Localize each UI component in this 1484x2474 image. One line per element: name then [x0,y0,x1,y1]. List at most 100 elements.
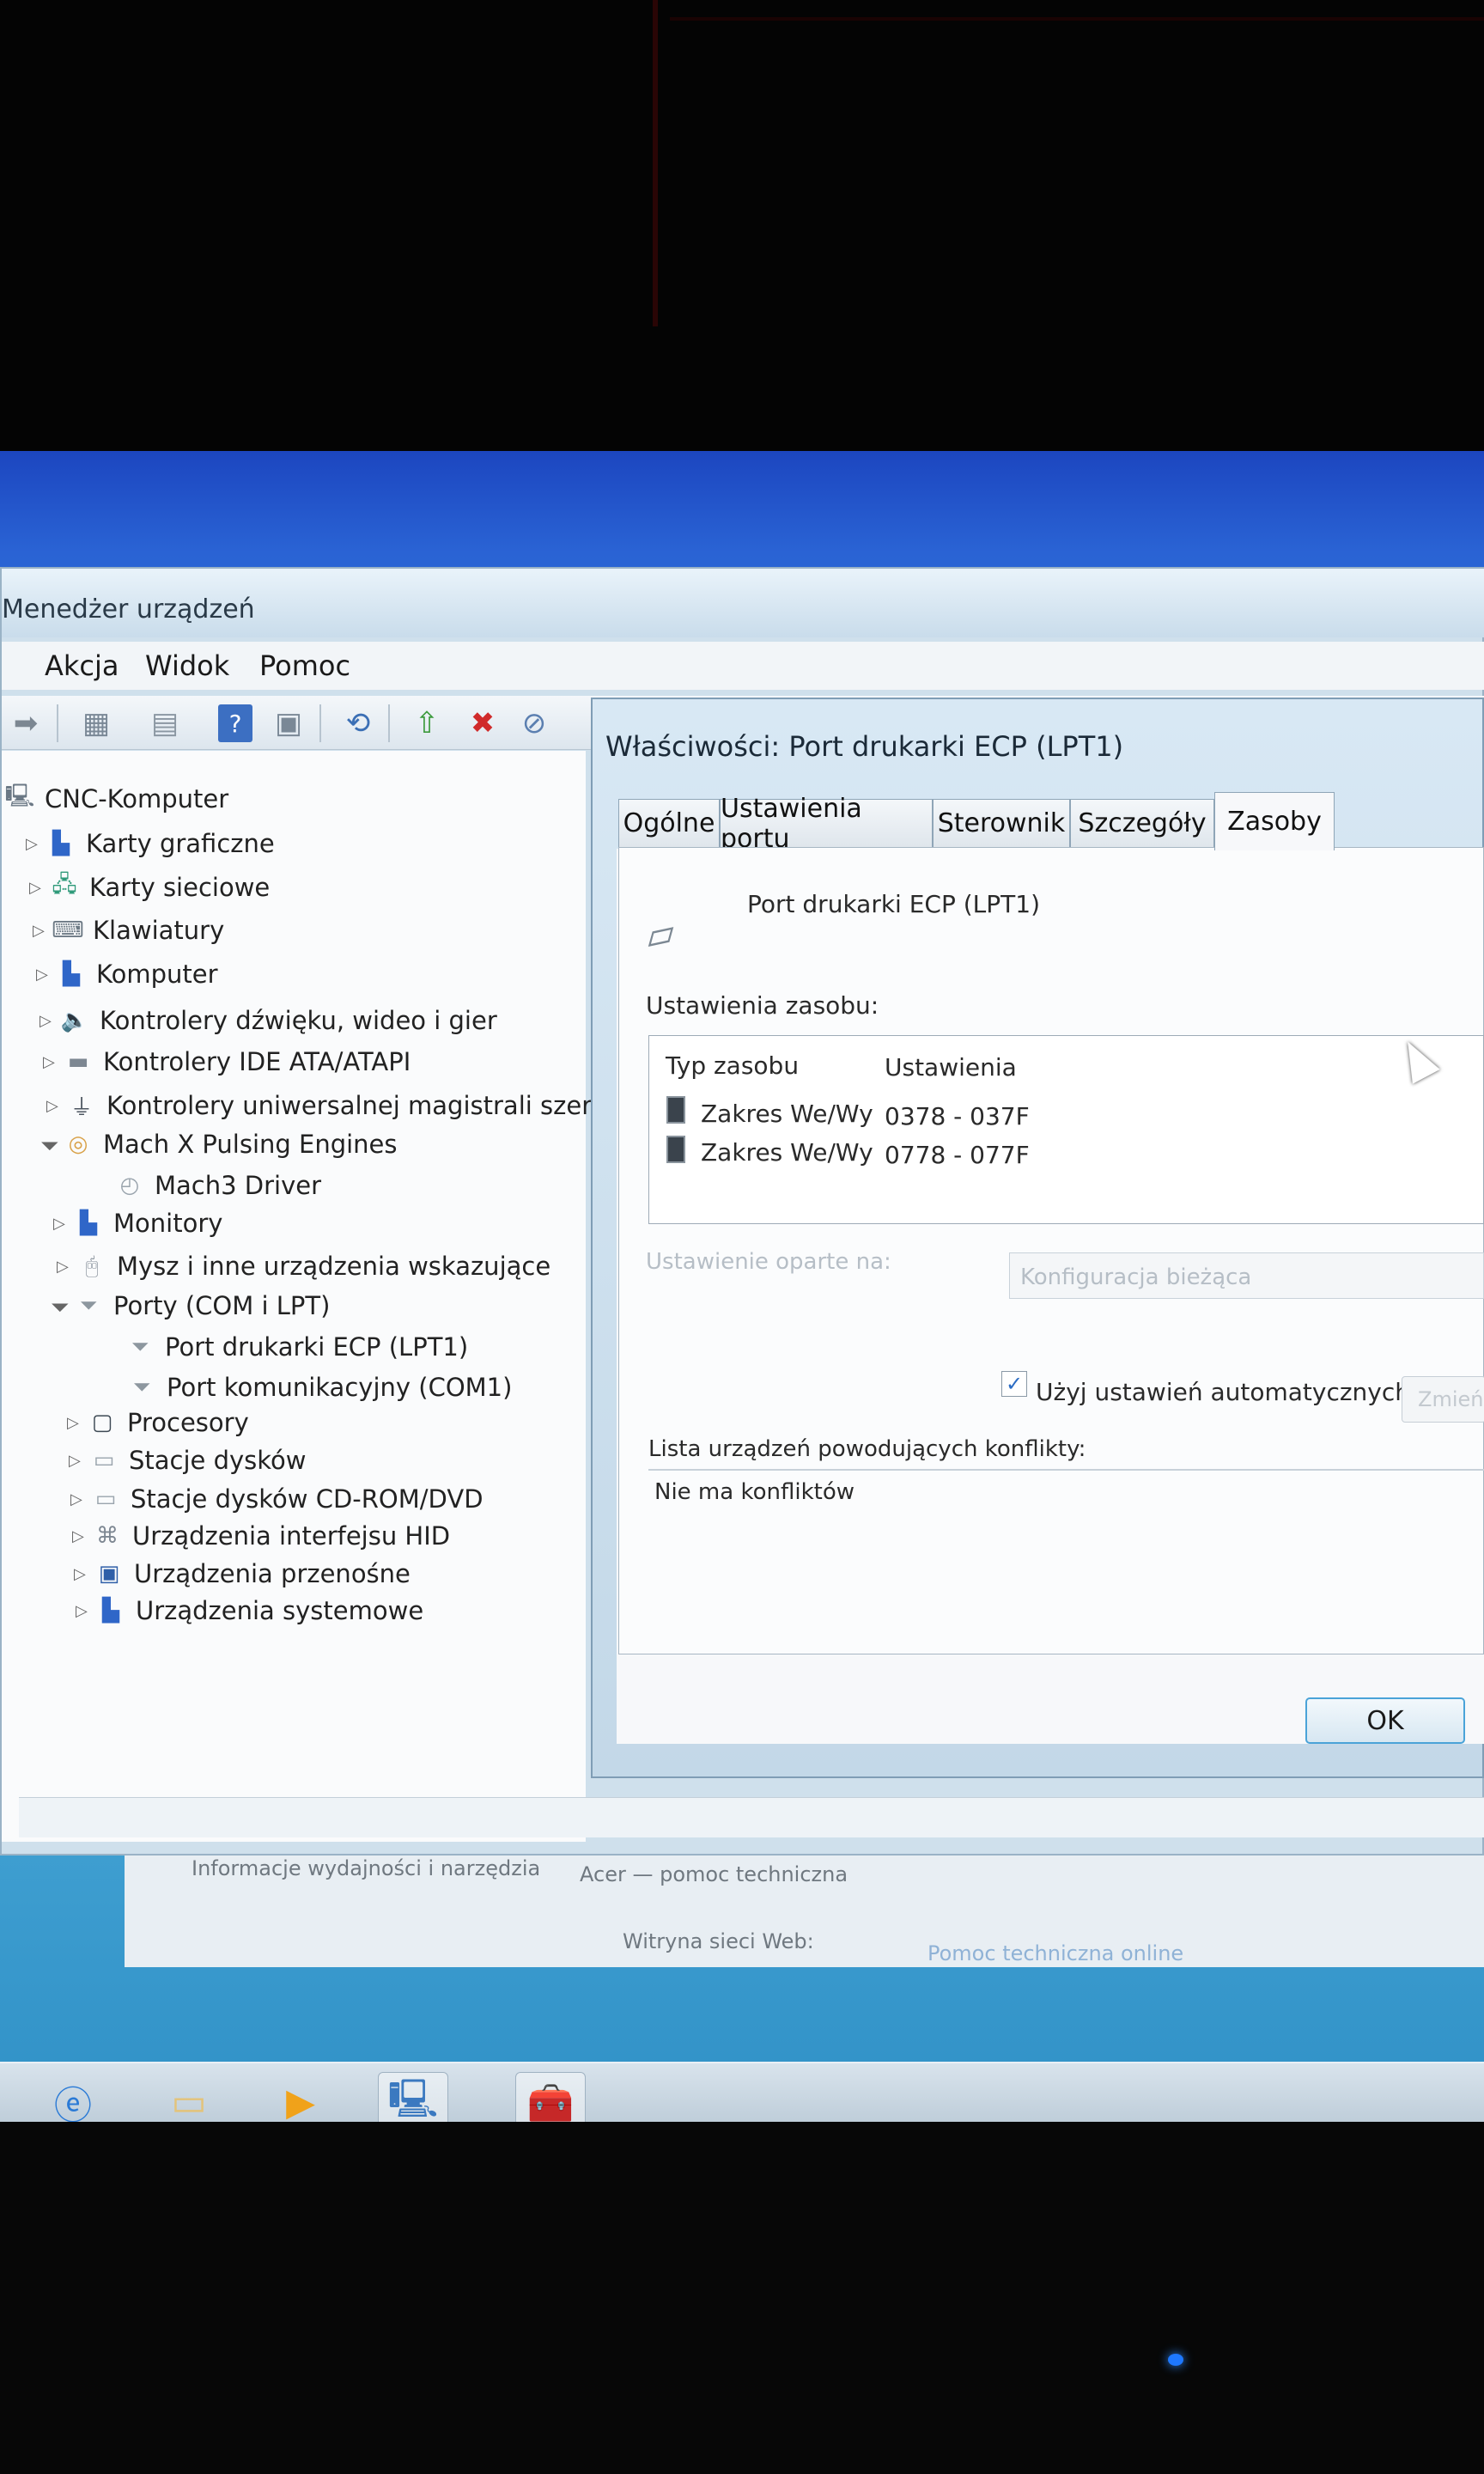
document-icon[interactable]: ▤ [148,704,182,742]
change-button-label: Zmień [1418,1387,1484,1411]
tree-item-klawiatury[interactable]: ▷ ⌨ Klawiatury [33,913,224,948]
tree-item-label: Monitory [113,1209,223,1238]
tree-item-kontrolery-ide[interactable]: ▷ ▬ Kontrolery IDE ATA/ATAPI [43,1045,411,1079]
website-label: Witryna sieci Web: [623,1929,814,1953]
driver-icon: ◴ [119,1173,140,1198]
tree-item-label: Komputer [96,960,218,989]
expand-arrow-icon[interactable]: ▷ [70,1490,91,1508]
forward-arrow-icon[interactable]: ➡ [9,704,43,742]
tab-ustawienia-portu[interactable]: Ustawienia portu [720,794,933,854]
tree-item-com1[interactable]: ⏷ Port komunikacyjny (COM1) [127,1370,513,1405]
expand-arrow-icon[interactable]: ▷ [43,1053,64,1071]
tab-sterownik[interactable]: Sterownik [933,799,1070,847]
status-bar [19,1797,1484,1837]
disk-drive-icon: ▭ [93,1447,115,1473]
ok-button[interactable]: OK [1305,1697,1465,1744]
tab-ogolne[interactable]: Ogólne [618,799,720,847]
tree-item-label: Karty graficzne [86,829,275,858]
menu-pomoc[interactable]: Pomoc [259,649,350,682]
expand-arrow-icon[interactable]: ▷ [69,1452,89,1470]
dialog-title: Właściwości: Port drukarki ECP (LPT1) [605,730,1124,763]
view-icon[interactable]: ▣ [271,704,306,742]
change-settings-button[interactable]: Zmień [1402,1376,1484,1423]
tree-root[interactable]: 🖳 CNC-Komputer [5,782,229,816]
auto-settings-checkbox[interactable]: ✓ [1001,1371,1027,1397]
tree-item-komputer[interactable]: ▷ ▙ Komputer [36,957,218,991]
keyboard-icon: ⌨ [52,917,84,943]
tree-item-mysz[interactable]: ▷ 🖰 Mysz i inne urządzenia wskazujące [57,1249,550,1283]
tree-item-label: Procesory [127,1408,249,1437]
scan-hardware-icon[interactable]: ⟲ [341,704,375,742]
menu-widok[interactable]: Widok [145,649,229,682]
auto-settings-label: Użyj ustawień automatycznych [1036,1378,1411,1406]
monitor-bezel-bottom [0,2122,1484,2474]
expand-arrow-icon[interactable]: ▷ [36,966,57,984]
expand-arrow-icon[interactable]: ▷ [33,922,53,940]
usb-icon: ⏚ [70,1094,93,1121]
conflict-value: Nie ma konfliktów [654,1479,855,1505]
tree-item-label: Klawiatury [93,916,225,945]
portable-device-icon: ▣ [98,1561,120,1587]
column-header-setting[interactable]: Ustawienia [885,1053,1017,1082]
tree-item-karty-sieciowe[interactable]: ▷ 🖧 Karty sieciowe [29,870,270,905]
system-info-window: Informacje wydajności i narzędzia Acer —… [125,1847,1484,1967]
setting-based-on-label: Ustawienie oparte na: [646,1249,891,1275]
tree-item-systemowe[interactable]: ▷ ▙ Urządzenia systemowe [76,1593,423,1628]
menu-akcja[interactable]: Akcja [45,649,119,682]
tree-item-mach3-driver[interactable]: ◴ Mach3 Driver [115,1168,321,1203]
tree-item-label: Mysz i inne urządzenia wskazujące [117,1252,551,1281]
system-device-icon: ▙ [102,1598,119,1624]
expand-arrow-icon[interactable]: ▷ [72,1527,93,1545]
tree-item-hid[interactable]: ▷ ⌘ Urządzenia interfejsu HID [72,1519,450,1553]
resource-type[interactable]: Zakres We/Wy [701,1100,873,1128]
expand-arrow-icon[interactable]: ▷ [40,1012,60,1030]
expand-arrow-icon[interactable]: ▷ [46,1097,67,1115]
help-icon[interactable]: ? [218,704,252,742]
toolbar-separator [319,704,321,742]
tree-item-label: Kontrolery dźwięku, wideo i gier [100,1006,497,1035]
tree-item-label: Stacje dysków [129,1446,307,1475]
tree-item-stacje-dyskow[interactable]: ▷ ▭ Stacje dysków [69,1443,307,1478]
update-driver-icon[interactable]: ⇧ [410,704,444,742]
expand-arrow-icon[interactable]: ▷ [26,835,46,853]
tree-item-karty-graficzne[interactable]: ▷ ▙ Karty graficzne [26,826,275,861]
conflict-divider [648,1469,1484,1471]
tree-item-label: Port drukarki ECP (LPT1) [165,1332,469,1362]
tree-item-kontrolery-dzwieku[interactable]: ▷ 🔈 Kontrolery dźwięku, wideo i gier [40,1003,497,1038]
tab-zasoby[interactable]: Zasoby [1214,792,1335,850]
tree-item-monitory[interactable]: ▷ ▙ Monitory [53,1206,222,1240]
tree-item-przenosne[interactable]: ▷ ▣ Urządzenia przenośne [74,1557,411,1591]
tab-szczegoly[interactable]: Szczegóły [1070,799,1214,847]
disable-device-icon[interactable]: ⊘ [517,704,551,742]
power-led-icon [1168,2354,1183,2366]
expand-arrow-icon[interactable]: ▷ [29,879,50,897]
toolbar-separator [57,704,58,742]
expand-arrow-icon[interactable]: ▷ [76,1602,96,1620]
tree-item-porty[interactable]: ◢ ⏷ Porty (COM i LPT) [50,1289,330,1323]
support-online-link[interactable]: Pomoc techniczna online [928,1941,1183,1965]
tree-item-mach-x[interactable]: ◢ ◎ Mach X Pulsing Engines [40,1127,397,1161]
tree-item-cdrom[interactable]: ▷ ▭ Stacje dysków CD-ROM/DVD [70,1482,484,1516]
uninstall-icon[interactable]: ✖ [465,704,500,742]
support-label: Acer — pomoc techniczna [580,1862,848,1886]
tree-item-procesory[interactable]: ▷ ▢ Procesory [67,1405,249,1440]
tree-item-label: Kontrolery IDE ATA/ATAPI [103,1047,411,1076]
resource-setting[interactable]: 0778 - 077F [885,1141,1030,1169]
network-adapter-icon: 🖧 [52,872,77,898]
expand-arrow-icon[interactable]: ▷ [67,1414,88,1432]
resource-type[interactable]: Zakres We/Wy [701,1138,873,1167]
computer-icon: ▙ [63,961,80,987]
device-manager-titlebar[interactable]: Menedżer urządzeń [2,569,1484,637]
expand-arrow-icon[interactable]: ▷ [74,1565,94,1583]
resource-setting[interactable]: 0378 - 037F [885,1102,1030,1130]
port-icon: ⏷ [131,1333,149,1360]
tree-item-lpt1[interactable]: ⏷ Port drukarki ECP (LPT1) [125,1330,469,1364]
column-header-type[interactable]: Typ zasobu [666,1051,799,1080]
properties-icon[interactable]: ▦ [79,704,113,742]
tree-item-kontrolery-usb[interactable]: ▷ ⏚ Kontrolery uniwersalnej magistrali s… [46,1088,623,1123]
performance-tools-link[interactable]: Informacje wydajności i narzędzia [192,1855,552,1881]
expand-arrow-icon[interactable]: ▷ [57,1258,77,1276]
expand-arrow-icon[interactable]: ▷ [53,1215,74,1233]
mach-icon: ◎ [68,1131,88,1157]
tree-item-label: Stacje dysków CD-ROM/DVD [131,1484,484,1514]
